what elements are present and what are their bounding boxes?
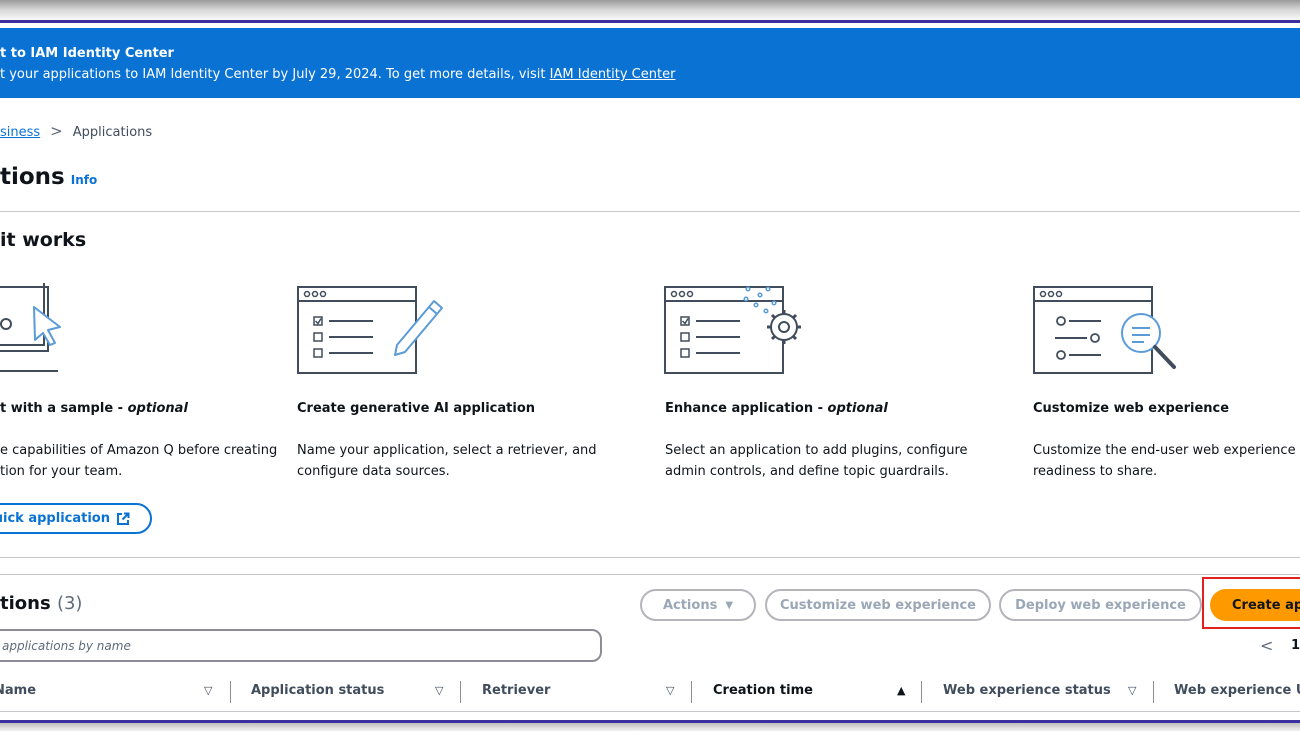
step-create-desc-line1: Name your application, select a retrieve… — [297, 443, 597, 458]
actions-label: Actions — [662, 597, 718, 613]
search-magnifier-icon — [1033, 286, 1176, 374]
external-link-icon — [117, 512, 130, 525]
actions-dropdown[interactable]: Actions ▼ — [640, 589, 756, 621]
container-top-border — [0, 574, 1300, 575]
column-header-web-experience-status[interactable]: Web experience status — [943, 683, 1111, 703]
applications-title-text: tions — [0, 593, 51, 614]
sort-ascending-icon[interactable]: ▲ — [897, 684, 905, 697]
breadcrumb-current: Applications — [72, 125, 153, 140]
column-divider[interactable] — [460, 681, 461, 703]
step-sample-description: e capabilities of Amazon Q before creati… — [0, 440, 277, 482]
step-customize-title-text: Customize web experience — [1033, 401, 1230, 416]
page-number[interactable]: 1 — [1291, 638, 1300, 653]
sort-icon[interactable]: ▽ — [204, 684, 212, 697]
frame-top-border — [0, 20, 1300, 23]
step-sample-optional: optional — [127, 401, 188, 416]
how-it-works-title: it works — [0, 229, 87, 251]
column-header-application-status[interactable]: Application status — [251, 683, 384, 703]
info-link[interactable]: Info — [71, 173, 97, 187]
laptop-cursor-icon — [0, 283, 61, 372]
iam-identity-center-link[interactable]: IAM Identity Center — [550, 67, 676, 82]
column-header-creation-time[interactable]: Creation time — [713, 683, 813, 703]
caret-down-icon: ▼ — [725, 599, 734, 611]
customize-web-experience-button[interactable]: Customize web experience — [765, 589, 991, 621]
sort-icon[interactable]: ▽ — [666, 684, 674, 697]
step-create-description: Name your application, select a retrieve… — [297, 440, 597, 482]
step-create-title-text: Create generative AI application — [297, 401, 536, 416]
sort-icon[interactable]: ▽ — [1128, 684, 1136, 697]
table-header-border — [0, 711, 1300, 712]
column-header-web-experience-ui[interactable]: Web experience UI — [1174, 683, 1300, 703]
screenshot-bottom-shadow — [0, 723, 1300, 731]
step-create-title: Create generative AI application — [297, 401, 535, 416]
column-divider[interactable] — [691, 681, 692, 703]
highlight-box — [1202, 577, 1300, 629]
step-enhance-optional: optional — [827, 401, 888, 416]
step-enhance-description: Select an application to add plugins, co… — [665, 440, 968, 482]
checklist-gear-icon — [664, 286, 801, 374]
banner-message: t your applications to IAM Identity Cent… — [0, 67, 675, 82]
applications-count: (3) — [56, 593, 83, 614]
deploy-web-experience-button[interactable]: Deploy web experience — [999, 589, 1202, 621]
breadcrumb: siness > Applications — [0, 122, 152, 140]
banner-title: t to IAM Identity Center — [0, 46, 174, 61]
breadcrumb-separator: > — [50, 122, 63, 140]
column-divider[interactable] — [1153, 681, 1154, 703]
screenshot-top-shadow — [0, 0, 1300, 22]
applications-title: tions (3) — [0, 593, 82, 614]
chevron-left-icon[interactable]: < — [1260, 636, 1273, 655]
checklist-pencil-icon — [297, 286, 443, 374]
deploy-label: Deploy web experience — [1015, 597, 1186, 613]
step-sample-title: t with a sample - optional — [0, 401, 188, 416]
page-title-text: tions — [0, 164, 65, 190]
step-sample-desc-line1: e capabilities of Amazon Q before creati… — [0, 443, 278, 458]
sort-icon[interactable]: ▽ — [435, 684, 443, 697]
column-divider[interactable] — [230, 681, 231, 703]
step-customize-desc-line2: readiness to share. — [1033, 464, 1158, 479]
column-header-name[interactable]: Name — [0, 683, 36, 703]
step-enhance-title-text: Enhance application - — [665, 401, 828, 416]
step-customize-description: Customize the end-user web experience rea… — [1033, 440, 1296, 482]
step-enhance-desc-line1: Select an application to add plugins, co… — [665, 443, 968, 458]
migration-banner: t to IAM Identity Center t your applicat… — [0, 28, 1300, 98]
step-customize-desc-line1: Customize the end-user web experience — [1033, 443, 1296, 458]
create-quick-application-button[interactable]: uick application — [0, 503, 152, 534]
search-applications-input[interactable] — [0, 629, 602, 662]
section-divider — [0, 557, 1300, 558]
step-create-desc-line2: configure data sources. — [297, 464, 450, 479]
customize-label: Customize web experience — [779, 597, 977, 613]
section-divider — [0, 211, 1300, 212]
banner-message-text: t your applications to IAM Identity Cent… — [0, 67, 550, 82]
step-customize-title: Customize web experience — [1033, 401, 1229, 416]
quick-application-label: uick application — [0, 511, 110, 526]
step-enhance-title: Enhance application - optional — [665, 401, 888, 416]
step-sample-title-text: t with a sample - — [0, 401, 128, 416]
step-sample-desc-line2: tion for your team. — [0, 464, 123, 479]
column-header-retriever[interactable]: Retriever — [482, 683, 550, 703]
breadcrumb-parent-link[interactable]: siness — [0, 125, 40, 140]
page-title: tions Info — [0, 164, 97, 190]
step-enhance-desc-line2: admin controls, and define topic guardra… — [665, 464, 949, 479]
column-divider[interactable] — [921, 681, 922, 703]
